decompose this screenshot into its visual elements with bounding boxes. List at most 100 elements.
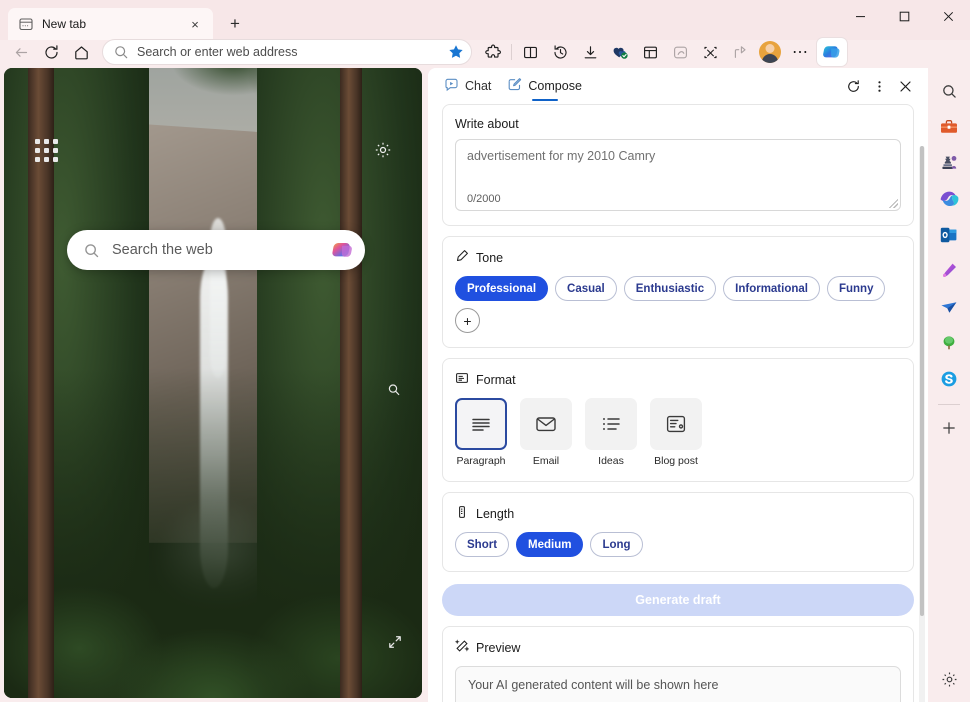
format-option-paragraph-label: Paragraph <box>456 455 505 467</box>
format-options: Paragraph Email <box>455 398 901 467</box>
magnifier-icon[interactable] <box>382 378 406 402</box>
copilot-panel-body: Write about advertisement for my 2010 Ca… <box>428 104 928 702</box>
back-arrow-icon[interactable] <box>6 38 36 66</box>
write-about-input[interactable]: advertisement for my 2010 Camry 0/2000 <box>455 139 901 211</box>
sidebar-item-microsoft365[interactable] <box>934 184 964 214</box>
edge-sidebar <box>928 68 970 702</box>
address-bar[interactable]: Search or enter web address <box>102 39 472 65</box>
downloads-icon[interactable] <box>575 38 605 66</box>
length-label-row: Length <box>455 505 901 522</box>
maximize-button[interactable] <box>882 0 926 32</box>
copilot-icon[interactable] <box>331 238 355 262</box>
sidebar-settings-button[interactable] <box>934 664 964 694</box>
tone-option-enthusiastic[interactable]: Enthusiastic <box>624 276 716 301</box>
format-label: Format <box>476 373 516 387</box>
gear-icon[interactable] <box>374 141 392 164</box>
tab-chat[interactable]: Chat <box>436 69 499 103</box>
search-input[interactable]: Search the web <box>112 242 331 258</box>
sidebar-item-drop[interactable] <box>934 328 964 358</box>
close-button[interactable] <box>926 0 970 32</box>
tone-option-professional[interactable]: Professional <box>455 276 548 301</box>
tone-option-funny[interactable]: Funny <box>827 276 886 301</box>
resize-grip[interactable] <box>889 199 898 208</box>
format-label-row: Format <box>455 371 901 388</box>
history-icon[interactable] <box>545 38 575 66</box>
panel-scrollbar[interactable] <box>919 146 925 702</box>
copilot-icon[interactable] <box>817 38 847 66</box>
tab-title: New tab <box>42 17 177 31</box>
sidebar-item-games[interactable] <box>934 148 964 178</box>
puzzle-extensions-icon[interactable] <box>478 38 508 66</box>
sidebar-add-button[interactable] <box>934 413 964 443</box>
tone-option-informational[interactable]: Informational <box>723 276 820 301</box>
screenshot-icon[interactable] <box>695 38 725 66</box>
format-option-ideas-label: Ideas <box>598 455 624 467</box>
browser-essentials-icon[interactable] <box>665 38 695 66</box>
apps-grid-icon[interactable] <box>35 139 58 162</box>
format-option-email[interactable]: Email <box>520 398 572 467</box>
scrollbar-thumb[interactable] <box>920 146 924 616</box>
write-about-card: Write about advertisement for my 2010 Ca… <box>442 104 914 226</box>
length-option-long[interactable]: Long <box>590 532 642 557</box>
format-option-ideas[interactable]: Ideas <box>585 398 637 467</box>
collections-icon[interactable] <box>635 38 665 66</box>
length-option-short[interactable]: Short <box>455 532 509 557</box>
new-tab-page: Search the web <box>4 68 422 698</box>
refresh-icon[interactable] <box>840 73 866 99</box>
bullet-list-icon <box>585 398 637 450</box>
tone-option-casual[interactable]: Casual <box>555 276 617 301</box>
sidebar-item-search[interactable] <box>934 76 964 106</box>
envelope-icon <box>520 398 572 450</box>
preview-label-row: Preview <box>455 639 901 656</box>
browser-window: New tab × + <box>0 0 970 702</box>
tone-label-row: Tone <box>455 249 901 266</box>
close-icon[interactable]: × <box>185 14 205 34</box>
generate-draft-button[interactable]: Generate draft <box>442 584 914 616</box>
copilot-panel: Chat Compose <box>428 68 928 702</box>
close-icon[interactable] <box>892 73 918 99</box>
write-about-placeholder: advertisement for my 2010 Camry <box>467 149 889 163</box>
more-options-icon[interactable]: ⋯ <box>785 38 815 66</box>
length-card: Length Short Medium Long <box>442 492 914 572</box>
sidebar-divider <box>938 404 960 405</box>
paragraph-lines-icon <box>455 398 507 450</box>
sidebar-item-tools[interactable] <box>934 112 964 142</box>
preview-placeholder: Your AI generated content will be shown … <box>468 678 888 692</box>
more-options-icon[interactable] <box>866 73 892 99</box>
refresh-icon[interactable] <box>36 38 66 66</box>
share-icon[interactable] <box>725 38 755 66</box>
character-counter: 0/2000 <box>467 193 501 205</box>
tab-compose-label: Compose <box>528 79 582 93</box>
length-option-medium[interactable]: Medium <box>516 532 583 557</box>
sidebar-item-skype[interactable] <box>934 364 964 394</box>
preview-label: Preview <box>476 641 520 655</box>
favorites-heart-icon[interactable] <box>605 38 635 66</box>
split-screen-icon[interactable] <box>515 38 545 66</box>
tone-card: Tone Professional Casual Enthusiastic In… <box>442 236 914 348</box>
write-about-label: Write about <box>455 117 901 131</box>
avatar[interactable] <box>755 38 785 66</box>
tab-compose[interactable]: Compose <box>499 69 590 103</box>
tone-options: Professional Casual Enthusiastic Informa… <box>455 276 901 333</box>
format-option-blog-post-label: Blog post <box>654 455 698 467</box>
sidebar-item-outlook[interactable] <box>934 220 964 250</box>
length-icon <box>455 505 469 522</box>
star-filled-icon[interactable] <box>447 43 465 61</box>
blog-post-icon <box>650 398 702 450</box>
home-icon[interactable] <box>66 38 96 66</box>
expand-arrows-icon[interactable] <box>383 630 407 654</box>
format-option-blog-post[interactable]: Blog post <box>650 398 702 467</box>
minimize-button[interactable] <box>838 0 882 32</box>
add-tone-button[interactable]: + <box>455 308 480 333</box>
tone-label: Tone <box>476 251 503 265</box>
sidebar-item-shopping[interactable] <box>934 292 964 322</box>
new-tab-button[interactable]: + <box>219 9 251 39</box>
format-icon <box>455 371 469 388</box>
browser-toolbar: Search or enter web address <box>0 36 970 68</box>
web-search-box[interactable]: Search the web <box>67 230 365 270</box>
format-option-paragraph[interactable]: Paragraph <box>455 398 507 467</box>
window-controls <box>838 0 970 32</box>
address-input[interactable]: Search or enter web address <box>137 45 447 59</box>
sidebar-item-designer[interactable] <box>934 256 964 286</box>
compose-pencil-icon <box>507 77 522 95</box>
